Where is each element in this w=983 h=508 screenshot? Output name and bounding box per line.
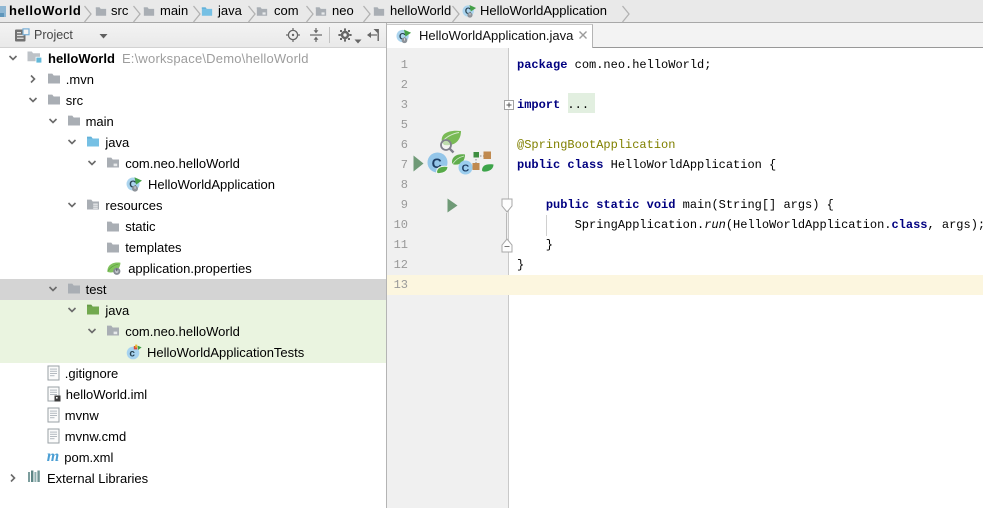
svg-text:C: C	[462, 163, 470, 175]
svg-text:c: c	[129, 349, 135, 360]
